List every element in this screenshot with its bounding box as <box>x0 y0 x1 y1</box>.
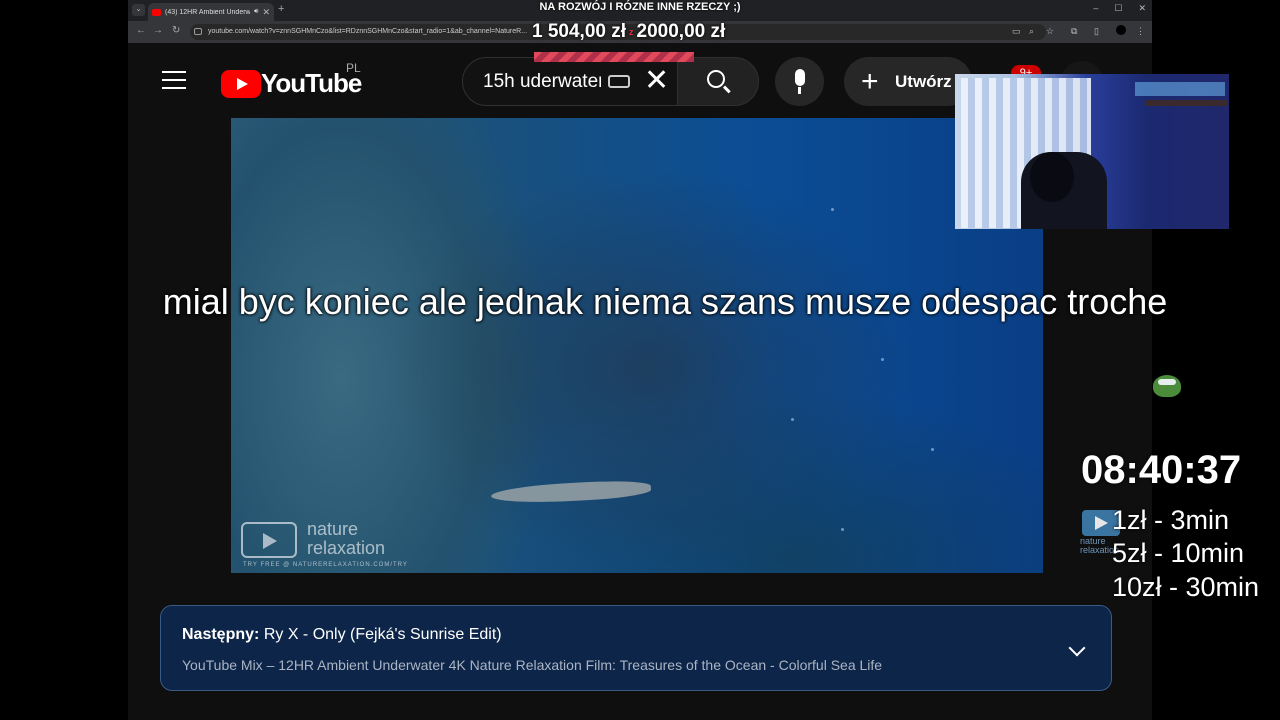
goal-current: 1 504,00 zł <box>532 21 627 42</box>
plus-icon: + <box>861 65 879 98</box>
search-input[interactable]: 15h uderwater ✕ <box>462 57 678 106</box>
profile-icon[interactable] <box>1116 25 1126 35</box>
up-next-label: Następny: <box>182 626 260 643</box>
price-tier: 1zł - 3min <box>1112 505 1230 535</box>
search-icon <box>707 70 725 88</box>
goal-target: 2000,00 zł <box>636 21 726 42</box>
watermark-line2: relaxation <box>307 538 386 558</box>
chevron-down-icon[interactable] <box>1068 639 1086 657</box>
price-tier: 10zł - 30min <box>1112 572 1260 602</box>
goal-progress-bar <box>534 52 694 62</box>
create-button[interactable]: + Utwórz <box>844 57 972 106</box>
cast-icon[interactable]: ▭ <box>1012 26 1021 37</box>
up-next-playlist: YouTube Mix – 12HR Ambient Underwater 4K… <box>182 657 883 673</box>
search-button[interactable] <box>677 57 759 106</box>
back-icon[interactable]: ← <box>136 25 146 36</box>
up-next-song: Ry X - Only (Fejká's Sunrise Edit) <box>263 626 502 643</box>
youtube-logo-icon[interactable] <box>221 70 261 98</box>
subathon-timer: 08:40:37 <box>1081 448 1242 492</box>
search-query[interactable]: 15h uderwater <box>483 71 601 93</box>
region-code: PL <box>346 61 361 75</box>
stream-message: mial byc koniec ale jednak niema szans m… <box>162 281 1168 322</box>
up-next-title: Następny: Ry X - Only (Fejká's Sunrise E… <box>182 626 502 644</box>
zoom-icon[interactable]: ⌕ <box>1029 26 1034 37</box>
stream-title: NA ROZWÓJ I RÓZNE INNE RZECZY ;) <box>539 1 741 13</box>
menu-icon[interactable] <box>162 71 186 95</box>
create-label: Utwórz <box>895 72 952 91</box>
video-player[interactable]: nature relaxation TRY FREE @ NATURERELAX… <box>231 118 1043 573</box>
forward-icon[interactable]: → <box>153 25 163 36</box>
mic-icon[interactable] <box>775 57 824 106</box>
site-info-icon[interactable] <box>194 28 202 35</box>
up-next-panel[interactable]: Następny: Ry X - Only (Fejká's Sunrise E… <box>160 605 1112 691</box>
donation-goal: 1 504,00 zł z 2000,00 zł <box>532 21 725 43</box>
barracuda-fish <box>490 478 652 506</box>
keyboard-icon[interactable] <box>608 75 630 88</box>
split-icon[interactable]: ▯ <box>1094 26 1099 37</box>
extensions-icon[interactable]: ⧉ <box>1071 26 1077 37</box>
pepe-emote-icon <box>1153 375 1181 397</box>
price-tier: 5zł - 10min <box>1112 538 1245 568</box>
bookmark-star-icon[interactable]: ☆ <box>1046 26 1054 37</box>
video-watermark: nature relaxation TRY FREE @ NATURERELAX… <box>241 518 431 572</box>
watermark-line1: nature <box>307 519 359 539</box>
clear-icon[interactable]: ✕ <box>644 64 669 98</box>
watermark-line3: TRY FREE @ NATURERELAXATION.COM/TRY <box>243 562 408 568</box>
watermark-logo-icon <box>241 522 297 558</box>
browser-menu-icon[interactable]: ⋮ <box>1136 26 1145 37</box>
goal-separator: z <box>629 26 634 37</box>
webcam-overlay <box>955 74 1229 229</box>
reload-icon[interactable]: ↻ <box>172 25 180 36</box>
